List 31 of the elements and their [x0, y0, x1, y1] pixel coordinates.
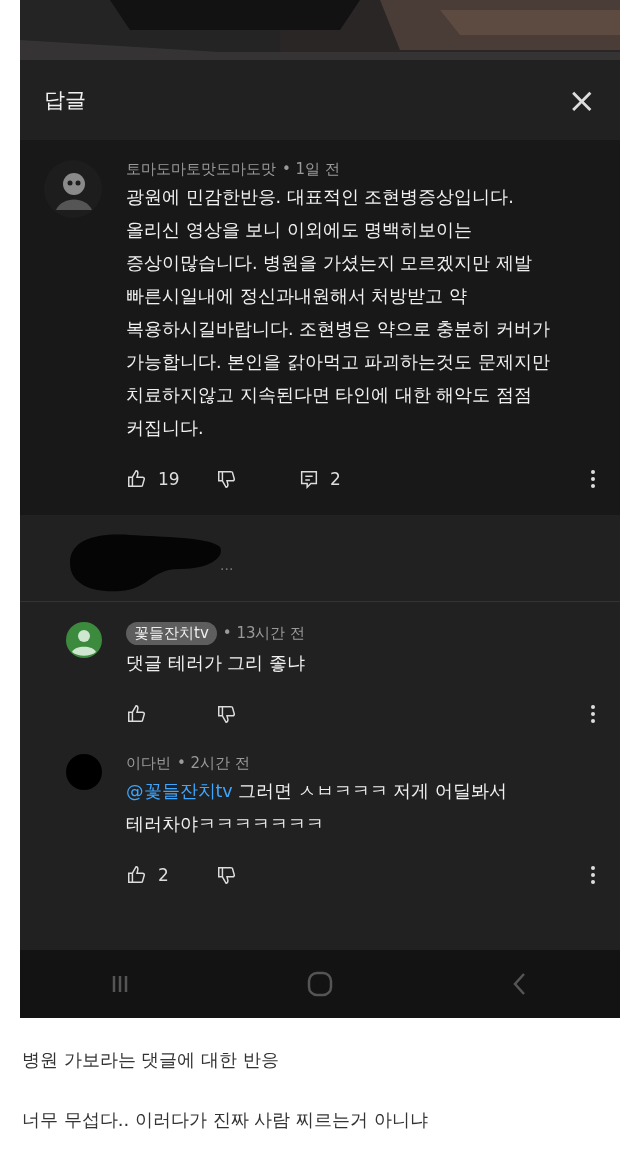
close-button[interactable]: ×: [567, 83, 596, 117]
author-badge[interactable]: 꽃들잔치tv: [126, 622, 217, 645]
reply-icon[interactable]: [298, 468, 320, 490]
caption-text: 너무 무섭다.. 이러다가 진짜 사람 찌르는거 아니냐: [22, 1108, 429, 1132]
more-icon[interactable]: [590, 469, 596, 489]
dislike-icon[interactable]: [216, 864, 238, 886]
more-icon[interactable]: [590, 865, 596, 885]
comment-text: @꽃들잔치tv 그러면 ㅅㅂㅋㅋㅋ 저게 어딜봐서 테러차야ㅋㅋㅋㅋㅋㅋㅋ: [126, 780, 508, 836]
like-icon[interactable]: [126, 468, 148, 490]
panel-title: 답글: [44, 87, 86, 114]
avatar: [66, 754, 102, 790]
comment-time: • 1일 전: [282, 160, 340, 179]
author-name[interactable]: 이다빈: [126, 754, 171, 773]
like-icon[interactable]: [126, 703, 148, 725]
like-icon[interactable]: [126, 864, 148, 886]
like-count: 2: [158, 865, 169, 885]
comment-text: 광원에 민감한반응. 대표적인 조현병증상입니다. 올리신 영상을 보니 이외에도 명백히보이는 증상이많습니다. 병원을 가셨는지 모르겠지만 제발 빠른시일내에 정신과내원해서 처방받고 약 복용하시길바랍니다. 조현병은 약으로 충분히 커버가 가능합니다. 본인을 갉아먹고 파괴하는것도 문제지만 치료하지않고 지속된다면 타인에 대한 해악도 점점 커집니다.: [126, 186, 551, 440]
caption-text: 병원 가보라는 댓글에 대한 반응: [22, 1048, 280, 1072]
comment-time: • 2시간 전: [177, 754, 250, 773]
author-name[interactable]: 토마도마토맛도마도맛: [126, 160, 276, 179]
dislike-icon[interactable]: [216, 703, 238, 725]
home-icon[interactable]: [305, 969, 335, 999]
mention-link[interactable]: @꽃들잔치tv: [126, 781, 233, 801]
dislike-icon[interactable]: [216, 468, 238, 490]
like-count: 19: [158, 469, 180, 489]
comment-text: 댓글 테러가 그리 좋냐: [126, 652, 306, 675]
reply-count: 2: [330, 469, 341, 489]
comment-time: • 13시간 전: [222, 624, 306, 643]
truncated-text: ...: [220, 557, 234, 573]
person-icon: [66, 622, 102, 658]
more-icon[interactable]: [590, 704, 596, 724]
